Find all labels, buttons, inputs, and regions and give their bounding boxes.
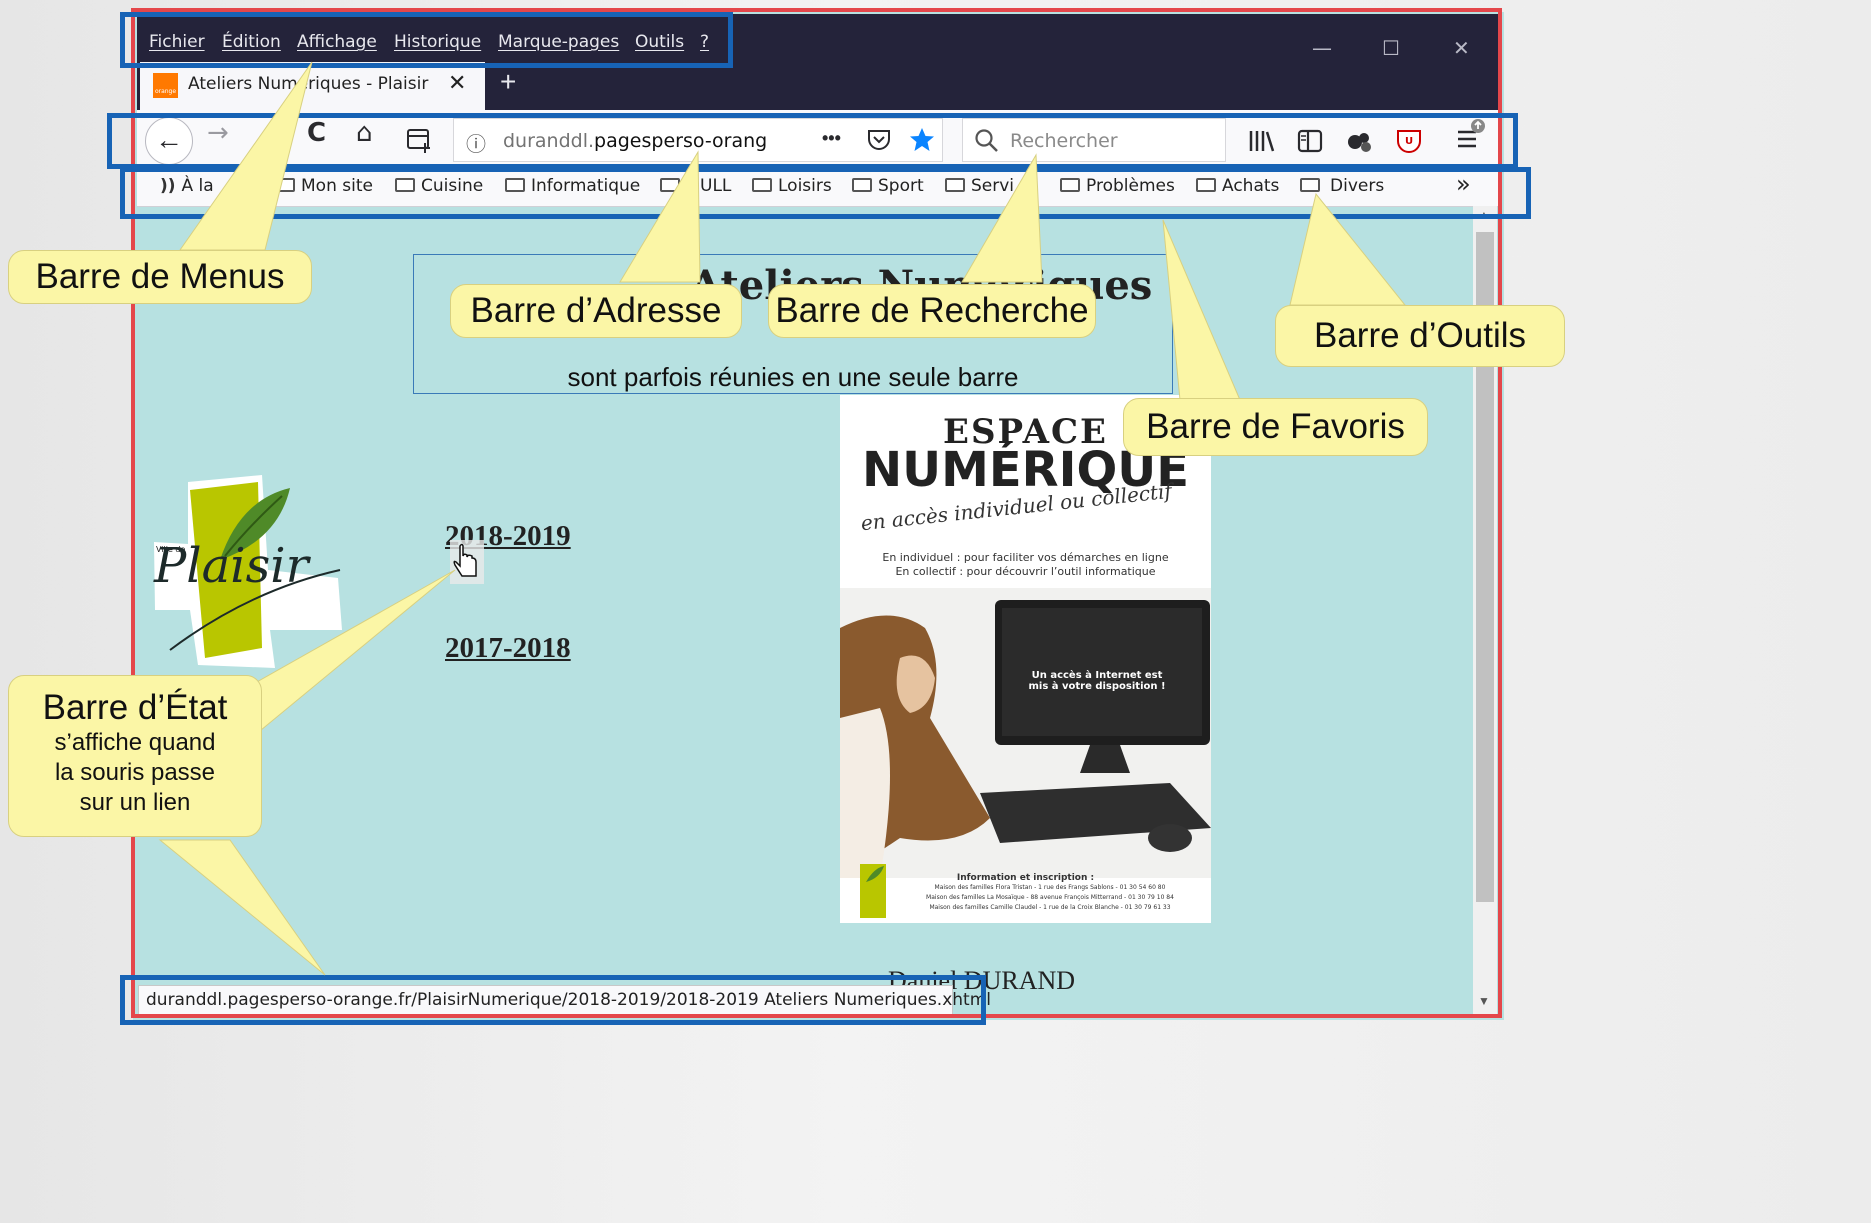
callout-sub-label: s’affiche quand xyxy=(54,729,216,756)
callout-label: Barre d’Adresse xyxy=(470,291,722,330)
callout-sub-label: sur un lien xyxy=(79,789,191,816)
callout-label: Barre de Menus xyxy=(35,257,285,296)
callout-barre-adresse: Barre d’Adresse xyxy=(450,284,742,338)
callout-barre-outils: Barre d’Outils xyxy=(1275,305,1565,367)
callout-label: Barre d’État xyxy=(42,688,228,727)
callout-barre-recherche: Barre de Recherche xyxy=(768,284,1096,338)
callout-barre-menus: Barre de Menus xyxy=(8,250,312,304)
callout-sub-label: la souris passe xyxy=(54,759,216,786)
callout-label: Barre de Recherche xyxy=(775,291,1089,330)
combined-bars-note: sont parfois réunies en une seule barre xyxy=(567,362,1019,392)
callout-label: Barre d’Outils xyxy=(1313,316,1527,355)
callout-barre-etat: Barre d’État s’affiche quand la souris p… xyxy=(8,675,262,837)
callout-label: Barre de Favoris xyxy=(1146,407,1405,446)
callout-barre-favoris: Barre de Favoris xyxy=(1123,398,1428,456)
callout-pointers xyxy=(158,61,1407,976)
